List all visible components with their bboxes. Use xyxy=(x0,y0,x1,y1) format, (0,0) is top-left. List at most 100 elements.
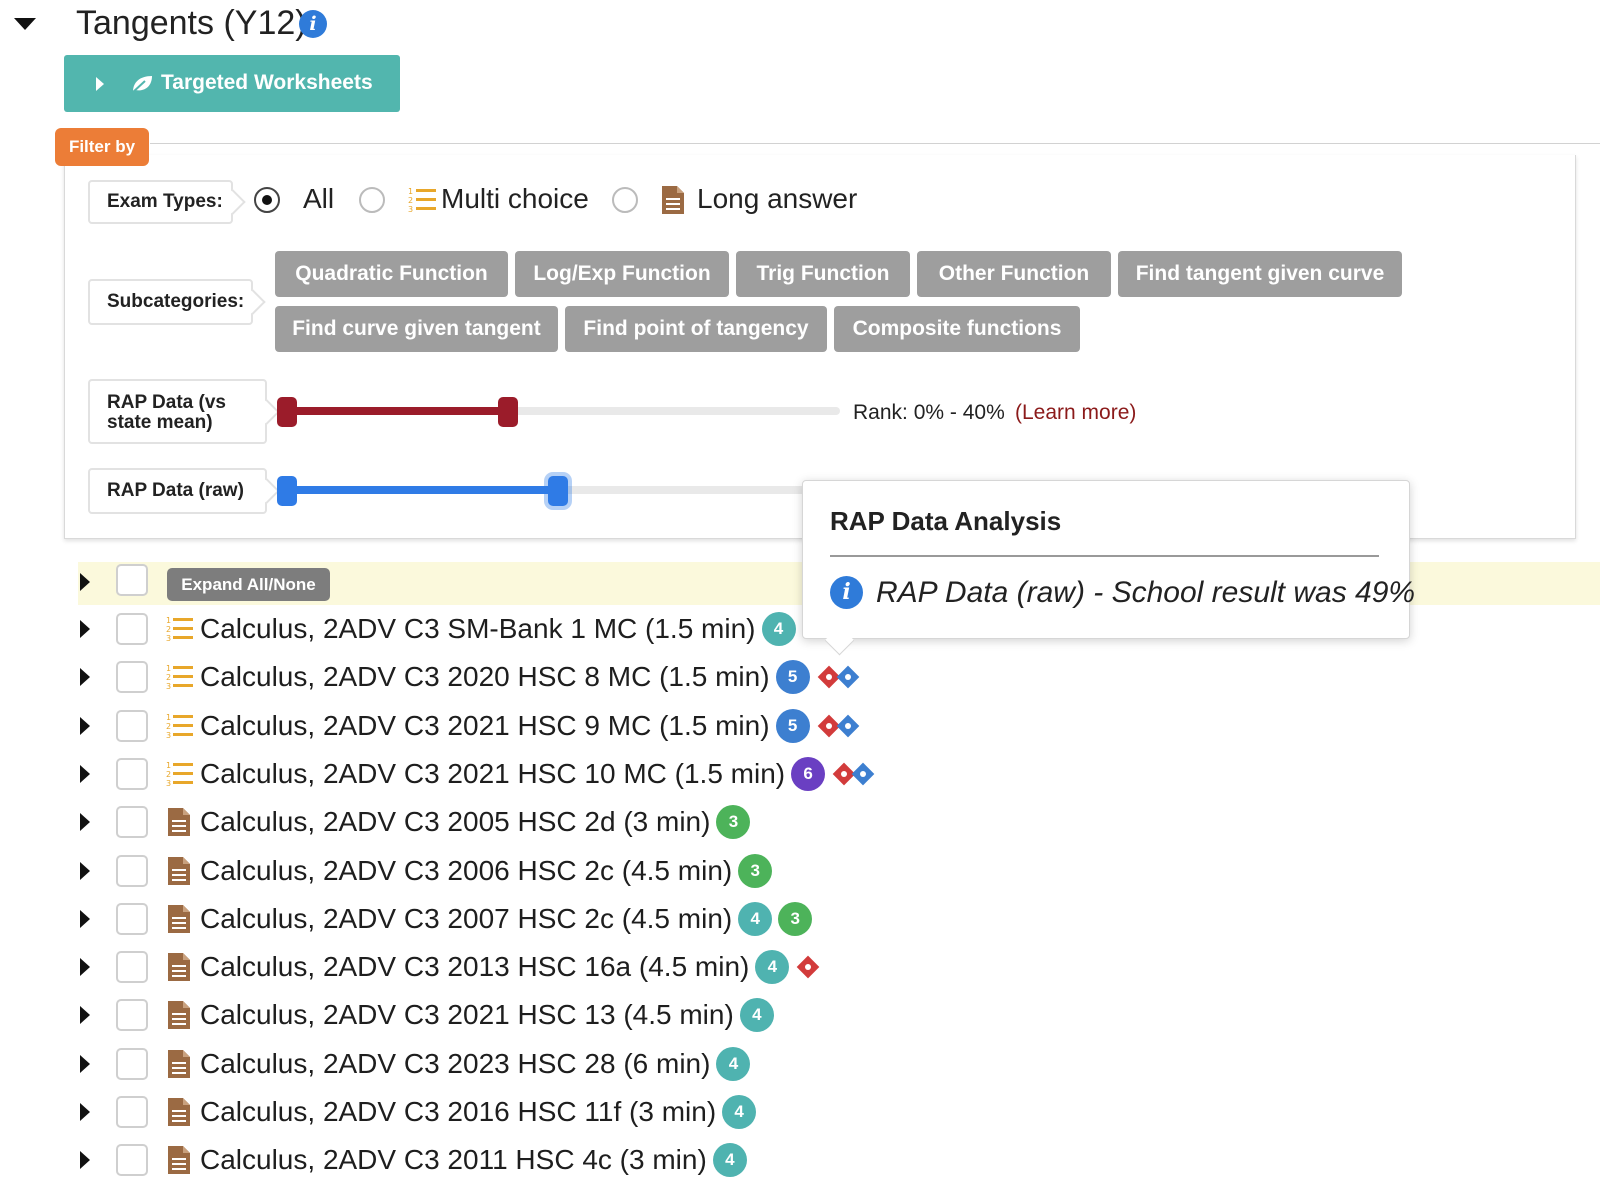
list-item[interactable]: Calculus, 2ADV C3 2023 HSC 28 (6 min) 4 xyxy=(0,1040,1600,1088)
filter-divider xyxy=(150,143,1600,144)
radio-long-answer-label[interactable]: Long answer xyxy=(697,183,857,215)
svg-text:2: 2 xyxy=(166,673,171,682)
list-item-title[interactable]: Calculus, 2ADV C3 2011 HSC 4c (3 min) xyxy=(200,1144,707,1176)
row-checkbox[interactable] xyxy=(116,1048,148,1080)
select-all-checkbox[interactable] xyxy=(116,564,148,596)
rap-raw-min-handle[interactable] xyxy=(277,476,297,506)
list-item-title[interactable]: Calculus, 2ADV C3 SM-Bank 1 MC (1.5 min) xyxy=(200,613,756,645)
svg-text:1: 1 xyxy=(166,616,171,625)
list-item-title[interactable]: Calculus, 2ADV C3 2005 HSC 2d (3 min) xyxy=(200,806,710,838)
list-item[interactable]: Calculus, 2ADV C3 2007 HSC 2c (4.5 min) 4… xyxy=(0,895,1600,943)
row-checkbox[interactable] xyxy=(116,710,148,742)
row-checkbox[interactable] xyxy=(116,951,148,983)
radio-long-answer[interactable] xyxy=(612,187,638,213)
svg-text:2: 2 xyxy=(166,722,171,731)
list-item[interactable]: Calculus, 2ADV C3 2011 HSC 4c (3 min) 4 xyxy=(0,1136,1600,1184)
chip-composite-functions[interactable]: Composite functions xyxy=(834,306,1080,352)
list-item[interactable]: 1 2 3 Calculus, 2ADV C3 2020 HSC 8 MC (1.5 … xyxy=(0,653,1600,701)
rap-vs-mean-max-handle[interactable] xyxy=(498,397,519,427)
list-item[interactable]: Calculus, 2ADV C3 2021 HSC 13 (4.5 min) 4 xyxy=(0,991,1600,1039)
list-item[interactable]: Calculus, 2ADV C3 2016 HSC 11f (3 min) 4 xyxy=(0,1088,1600,1136)
list-item-content: Calculus, 2ADV C3 2016 HSC 11f (3 min) 4 xyxy=(200,1092,757,1132)
list-item-title[interactable]: Calculus, 2ADV C3 2021 HSC 10 MC (1.5 mi… xyxy=(200,758,785,790)
expand-caret-icon[interactable] xyxy=(80,620,90,638)
list-item-title[interactable]: Calculus, 2ADV C3 2023 HSC 28 (6 min) xyxy=(200,1048,710,1080)
expand-caret-icon[interactable] xyxy=(80,1055,90,1073)
list-item[interactable]: Calculus, 2ADV C3 2006 HSC 2c (4.5 min) 3 xyxy=(0,847,1600,895)
level-badge: 3 xyxy=(778,902,813,936)
row-checkbox[interactable] xyxy=(116,661,148,693)
svg-text:3: 3 xyxy=(408,205,413,214)
chip-log-exp-function[interactable]: Log/Exp Function xyxy=(515,251,729,297)
numbered-list-icon: 123 xyxy=(166,759,194,789)
expand-caret-icon[interactable] xyxy=(80,1103,90,1121)
chip-quadratic-function[interactable]: Quadratic Function xyxy=(275,251,508,297)
list-item-title[interactable]: Calculus, 2ADV C3 2013 HSC 16a (4.5 min) xyxy=(200,951,749,983)
svg-text:3: 3 xyxy=(166,682,171,691)
list-item-title[interactable]: Calculus, 2ADV C3 2007 HSC 2c (4.5 min) xyxy=(200,903,732,935)
expand-all-none-button[interactable]: Expand All/None xyxy=(167,568,330,601)
row-checkbox[interactable] xyxy=(116,999,148,1031)
row-checkbox[interactable] xyxy=(116,613,148,645)
level-badge: 4 xyxy=(739,998,774,1032)
rap-raw-slider-fill xyxy=(287,486,558,494)
expand-all-caret-icon[interactable] xyxy=(80,573,90,591)
row-checkbox[interactable] xyxy=(116,1144,148,1176)
level-badge: 5 xyxy=(775,709,810,743)
level-badge: 4 xyxy=(712,1143,747,1177)
exam-types-label: Exam Types: xyxy=(88,180,233,224)
list-item-content: Calculus, 2ADV C3 2007 HSC 2c (4.5 min) 4… xyxy=(200,899,813,939)
rap-raw-max-handle[interactable] xyxy=(547,476,568,506)
document-icon xyxy=(166,1049,194,1079)
learn-more-link[interactable]: (Learn more) xyxy=(1015,401,1136,425)
svg-text:1: 1 xyxy=(166,664,171,673)
tooltip-text: RAP Data (raw) - School result was 49% xyxy=(876,576,1416,609)
chip-find-tangent-given-curve[interactable]: Find tangent given curve xyxy=(1118,251,1402,297)
row-checkbox[interactable] xyxy=(116,758,148,790)
chip-other-function[interactable]: Other Function xyxy=(917,251,1111,297)
expand-caret-icon[interactable] xyxy=(80,668,90,686)
radio-multi-choice[interactable] xyxy=(359,187,385,213)
row-checkbox[interactable] xyxy=(116,1096,148,1128)
numbered-list-icon: 1 2 3 xyxy=(408,187,436,214)
row-checkbox[interactable] xyxy=(116,806,148,838)
list-item-title[interactable]: Calculus, 2ADV C3 2016 HSC 11f (3 min) xyxy=(200,1096,716,1128)
chip-find-curve-given-tangent[interactable]: Find curve given tangent xyxy=(275,306,558,352)
list-item-title[interactable]: Calculus, 2ADV C3 2006 HSC 2c (4.5 min) xyxy=(200,855,732,887)
info-circle-icon[interactable]: i xyxy=(299,10,327,38)
list-item-content: Calculus, 2ADV C3 2013 HSC 16a (4.5 min)… xyxy=(200,947,820,987)
expand-caret-icon[interactable] xyxy=(80,910,90,928)
list-item[interactable]: 1 2 3 Calculus, 2ADV C3 2021 HSC 9 MC (1.5 … xyxy=(0,702,1600,750)
row-checkbox[interactable] xyxy=(116,903,148,935)
targeted-worksheets-label: Targeted Worksheets xyxy=(161,71,373,94)
radio-all-label[interactable]: All xyxy=(303,183,334,215)
expand-caret-icon[interactable] xyxy=(80,1006,90,1024)
list-item-title[interactable]: Calculus, 2ADV C3 2020 HSC 8 MC (1.5 min… xyxy=(200,661,770,693)
subcategories-label: Subcategories: xyxy=(88,279,253,325)
list-item-title[interactable]: Calculus, 2ADV C3 2021 HSC 13 (4.5 min) xyxy=(200,999,734,1031)
list-item[interactable]: Calculus, 2ADV C3 2005 HSC 2d (3 min) 3 xyxy=(0,798,1600,846)
level-badge: 4 xyxy=(722,1095,757,1129)
radio-multi-choice-label[interactable]: Multi choice xyxy=(441,183,589,215)
list-item[interactable]: Calculus, 2ADV C3 2013 HSC 16a (4.5 min)… xyxy=(0,943,1600,991)
expand-caret-icon[interactable] xyxy=(80,958,90,976)
rap-vs-mean-min-handle[interactable] xyxy=(277,397,297,427)
chip-trig-function[interactable]: Trig Function xyxy=(736,251,910,297)
chip-find-point-of-tangency[interactable]: Find point of tangency xyxy=(565,306,827,352)
list-item-title[interactable]: Calculus, 2ADV C3 2021 HSC 9 MC (1.5 min… xyxy=(200,710,770,742)
level-badge: 4 xyxy=(761,612,796,646)
expand-caret-icon[interactable] xyxy=(80,813,90,831)
row-checkbox[interactable] xyxy=(116,855,148,887)
collapse-caret-icon[interactable] xyxy=(14,18,36,30)
red-diamond-icon xyxy=(797,955,820,979)
expand-caret-icon[interactable] xyxy=(80,1151,90,1169)
list-item[interactable]: 1 2 3 Calculus, 2ADV C3 2021 HSC 10 MC (1.5… xyxy=(0,750,1600,798)
expand-caret-icon xyxy=(96,77,104,91)
expand-caret-icon[interactable] xyxy=(80,765,90,783)
document-icon xyxy=(166,952,194,982)
svg-text:2: 2 xyxy=(166,625,171,634)
expand-caret-icon[interactable] xyxy=(80,717,90,735)
radio-all[interactable] xyxy=(254,187,280,213)
expand-caret-icon[interactable] xyxy=(80,862,90,880)
list-item-content: Calculus, 2ADV C3 2005 HSC 2d (3 min) 3 xyxy=(200,802,751,842)
